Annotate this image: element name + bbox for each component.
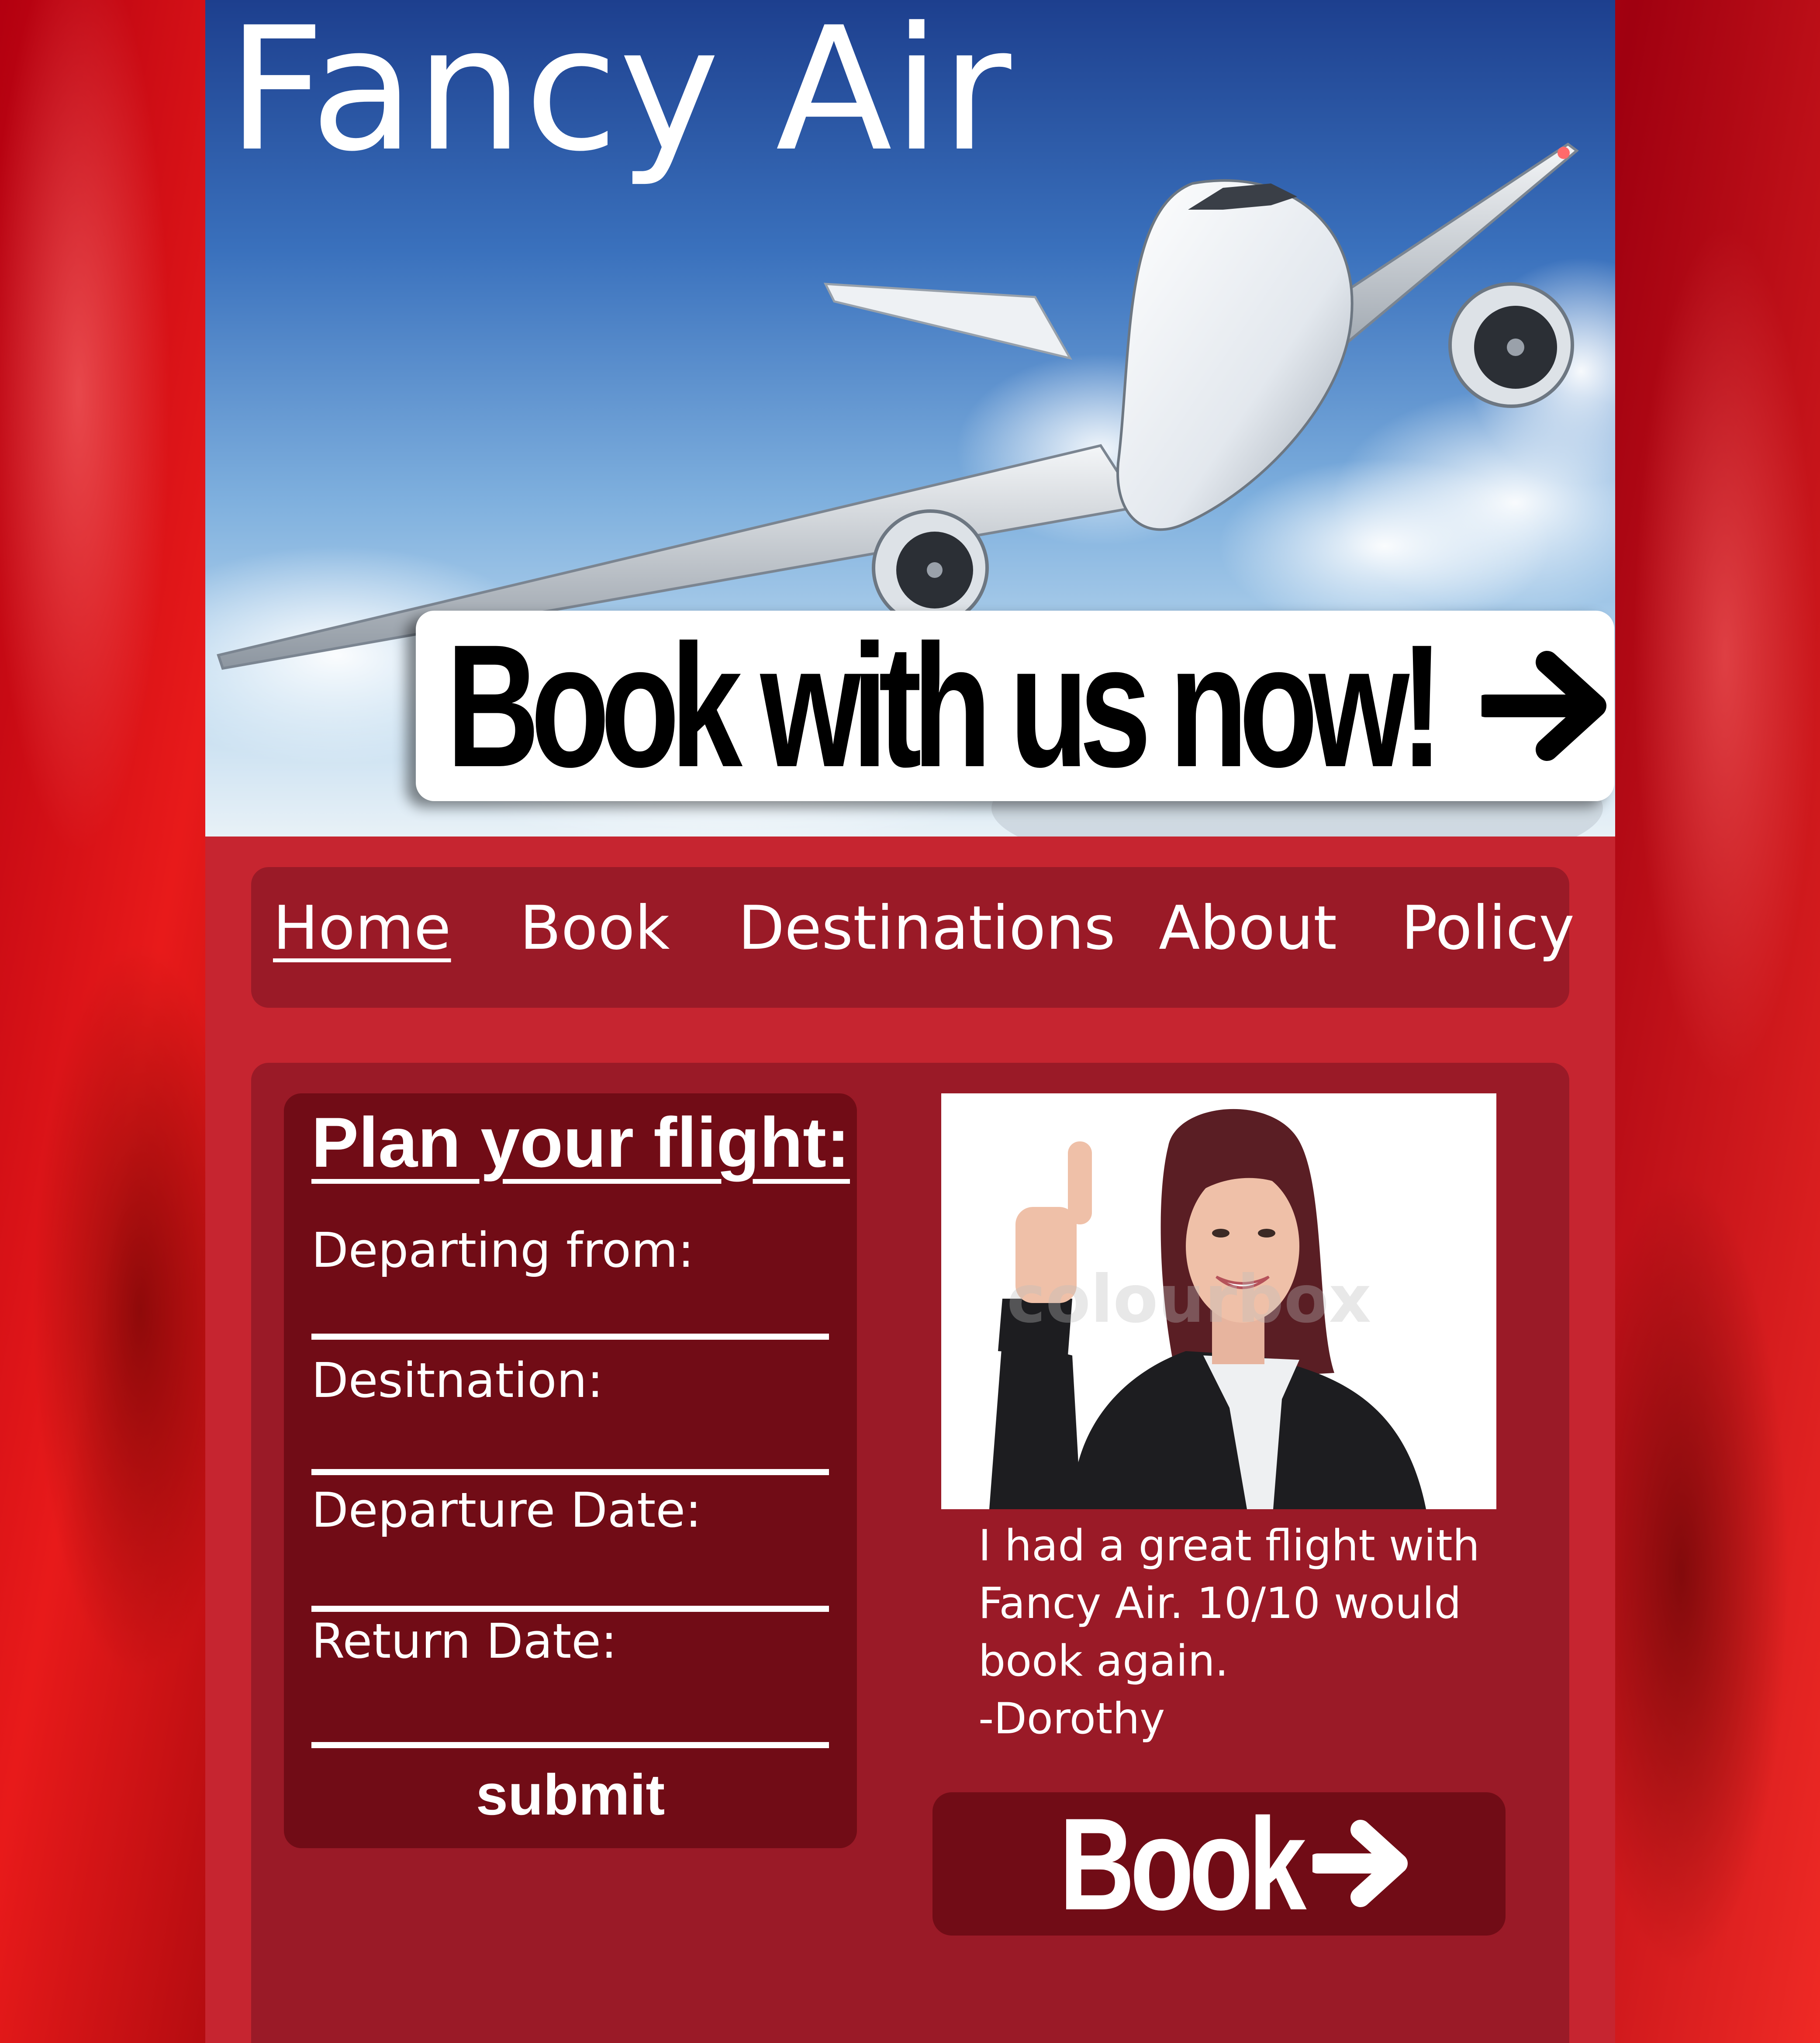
book-button[interactable]: Book — [932, 1792, 1506, 1936]
testimonial-quote: I had a great flight with Fancy Air. 10/… — [978, 1517, 1546, 1748]
return-date-label: Return Date: — [311, 1613, 617, 1669]
arrow-right-icon — [1482, 651, 1606, 761]
return-date-input[interactable] — [311, 1690, 829, 1748]
main-navigation: Home Book Destinations About Policy — [251, 867, 1575, 1008]
nav-item-book[interactable]: Book — [520, 867, 670, 1008]
page-column: Fancy Air Book with us now! Home Book De… — [205, 0, 1615, 2043]
book-now-label: Book with us now! — [446, 608, 1444, 803]
departing-from-label: Departing from: — [311, 1222, 694, 1278]
destination-input[interactable] — [311, 1417, 829, 1475]
brand-logo-title: Fancy Air — [227, 0, 1012, 189]
departure-date-label: Departure Date: — [311, 1482, 702, 1538]
departure-date-input[interactable] — [311, 1553, 829, 1612]
departing-from-input[interactable] — [311, 1281, 829, 1340]
book-button-label: Book — [1059, 1791, 1306, 1937]
plan-flight-heading: Plan your flight: — [311, 1103, 850, 1182]
nav-item-destinations[interactable]: Destinations — [738, 867, 1115, 1008]
arrow-right-icon — [1312, 1820, 1408, 1907]
nav-item-policy[interactable]: Policy — [1401, 867, 1575, 1008]
hero-banner: Fancy Air Book with us now! — [205, 0, 1615, 837]
photo-watermark: colourbox — [1007, 1262, 1371, 1338]
main-content-panel: Plan your flight: Departing from: Desitn… — [251, 1063, 1569, 2043]
nav-item-about[interactable]: About — [1159, 867, 1337, 1008]
destination-label: Desitnation: — [311, 1352, 604, 1408]
book-now-banner-button[interactable]: Book with us now! — [416, 611, 1614, 801]
quote-line: Fancy Air. 10/10 would — [978, 1579, 1461, 1628]
testimonial-photo: colourbox — [941, 1093, 1496, 1509]
quote-author: -Dorothy — [978, 1694, 1165, 1744]
quote-line: I had a great flight with — [978, 1521, 1480, 1571]
plan-flight-form: Plan your flight: Departing from: Desitn… — [284, 1093, 857, 1848]
submit-button[interactable]: submit — [461, 1757, 680, 1832]
nav-item-home[interactable]: Home — [273, 867, 451, 1008]
quote-line: book again. — [978, 1636, 1229, 1686]
